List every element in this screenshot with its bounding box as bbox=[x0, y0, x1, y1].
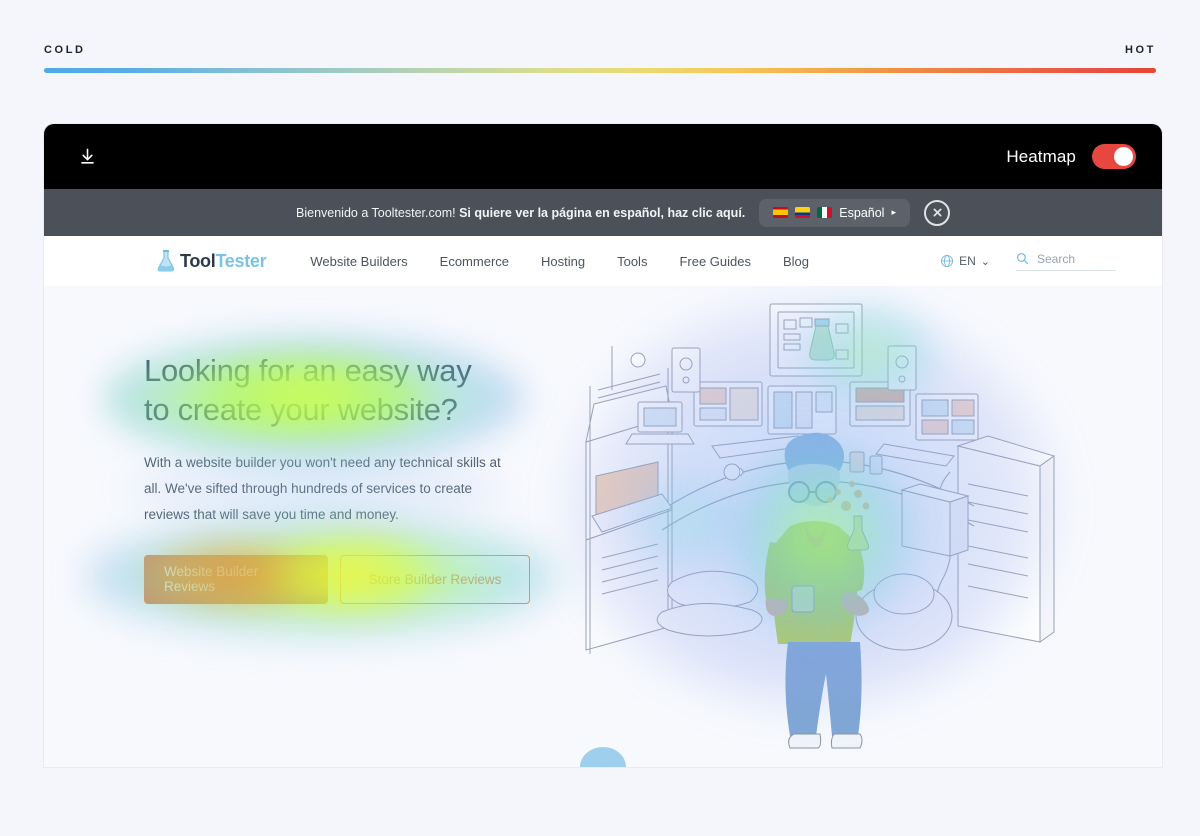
nav-language-label: EN bbox=[959, 254, 976, 268]
chevron-down-icon: ⌄ bbox=[980, 255, 990, 268]
chevron-right-icon: ▸ bbox=[891, 207, 896, 217]
logo-text-tester: Tester bbox=[215, 250, 267, 271]
toggle-knob bbox=[1114, 147, 1133, 166]
person-figure-icon bbox=[764, 432, 870, 749]
hero-paragraph: With a website builder you won't need an… bbox=[144, 454, 501, 523]
download-button[interactable] bbox=[72, 142, 102, 172]
notice-text-bold: Si quiere ver la página en español, haz … bbox=[459, 205, 746, 220]
notice-text: Bienvenido a Tooltester.com! Si quiere v… bbox=[296, 206, 745, 220]
legend-gradient-bar bbox=[44, 68, 1156, 73]
heatmap-toggle-group: Heatmap bbox=[1006, 144, 1136, 169]
flag-spain-icon bbox=[773, 207, 789, 218]
search-input[interactable]: Search bbox=[1016, 252, 1116, 271]
store-builder-reviews-button[interactable]: Store Builder Reviews bbox=[340, 554, 530, 604]
nav-language-selector[interactable]: EN ⌄ bbox=[940, 254, 990, 268]
nav-link-tools[interactable]: Tools bbox=[617, 254, 647, 269]
nav-link-website-builders[interactable]: Website Builders bbox=[310, 254, 407, 269]
legend-hot-label: HOT bbox=[1124, 44, 1156, 56]
hero-cta-row: Website Builder Reviews Store Builder Re… bbox=[144, 554, 530, 604]
close-notice-button[interactable] bbox=[924, 199, 950, 226]
search-icon bbox=[1016, 252, 1029, 265]
nav-links: Website Builders Ecommerce Hosting Tools… bbox=[310, 254, 809, 269]
heatmap-viewer-card: Heatmap Bienvenido a Tooltester.com! Si … bbox=[44, 124, 1162, 767]
heatmap-label: Heatmap bbox=[1006, 146, 1076, 166]
heatmap-legend: COLD HOT bbox=[44, 44, 1156, 73]
viewer-toolbar: Heatmap bbox=[44, 124, 1162, 189]
download-icon bbox=[80, 148, 94, 164]
legend-labels: COLD HOT bbox=[44, 44, 1156, 56]
nav-link-ecommerce[interactable]: Ecommerce bbox=[440, 254, 509, 269]
heatmap-toggle[interactable] bbox=[1092, 144, 1136, 169]
nav-right-group: EN ⌄ Search bbox=[940, 252, 1116, 271]
flag-colombia-icon bbox=[795, 207, 811, 218]
workspace-illustration-icon bbox=[585, 303, 1056, 749]
logo-text: ToolTester bbox=[180, 250, 267, 272]
flag-mexico-icon bbox=[817, 207, 833, 218]
hero-title-line1: Looking for an easy way bbox=[144, 353, 472, 388]
language-select-button[interactable]: Español ▸ bbox=[759, 198, 910, 227]
nav-link-blog[interactable]: Blog bbox=[783, 254, 809, 269]
language-notice-bar: Bienvenido a Tooltester.com! Si quiere v… bbox=[44, 189, 1162, 236]
site-navigation: ToolTester Website Builders Ecommerce Ho… bbox=[44, 236, 1162, 286]
hero-title-line2: to create your website? bbox=[144, 392, 458, 428]
search-placeholder: Search bbox=[1037, 251, 1076, 266]
nav-link-free-guides[interactable]: Free Guides bbox=[679, 254, 751, 269]
nav-link-hosting[interactable]: Hosting bbox=[541, 254, 585, 269]
site-logo[interactable]: ToolTester bbox=[156, 249, 267, 273]
hero-copy: Looking for an easy way to create your w… bbox=[144, 351, 530, 604]
globe-icon bbox=[941, 254, 954, 268]
legend-cold-label: COLD bbox=[44, 44, 86, 56]
hero-illustration bbox=[554, 294, 1074, 754]
website-builder-reviews-button[interactable]: Website Builder Reviews bbox=[144, 554, 328, 604]
hero-section: Looking for an easy way to create your w… bbox=[44, 286, 1162, 767]
logo-text-tool: Tool bbox=[180, 250, 216, 271]
hero-title: Looking for an easy way to create your w… bbox=[144, 351, 524, 430]
notice-text-plain: Bienvenido a Tooltester.com! bbox=[296, 205, 460, 220]
flask-logo-icon bbox=[157, 250, 175, 272]
close-icon bbox=[932, 208, 942, 217]
language-button-label: Español bbox=[839, 205, 885, 220]
